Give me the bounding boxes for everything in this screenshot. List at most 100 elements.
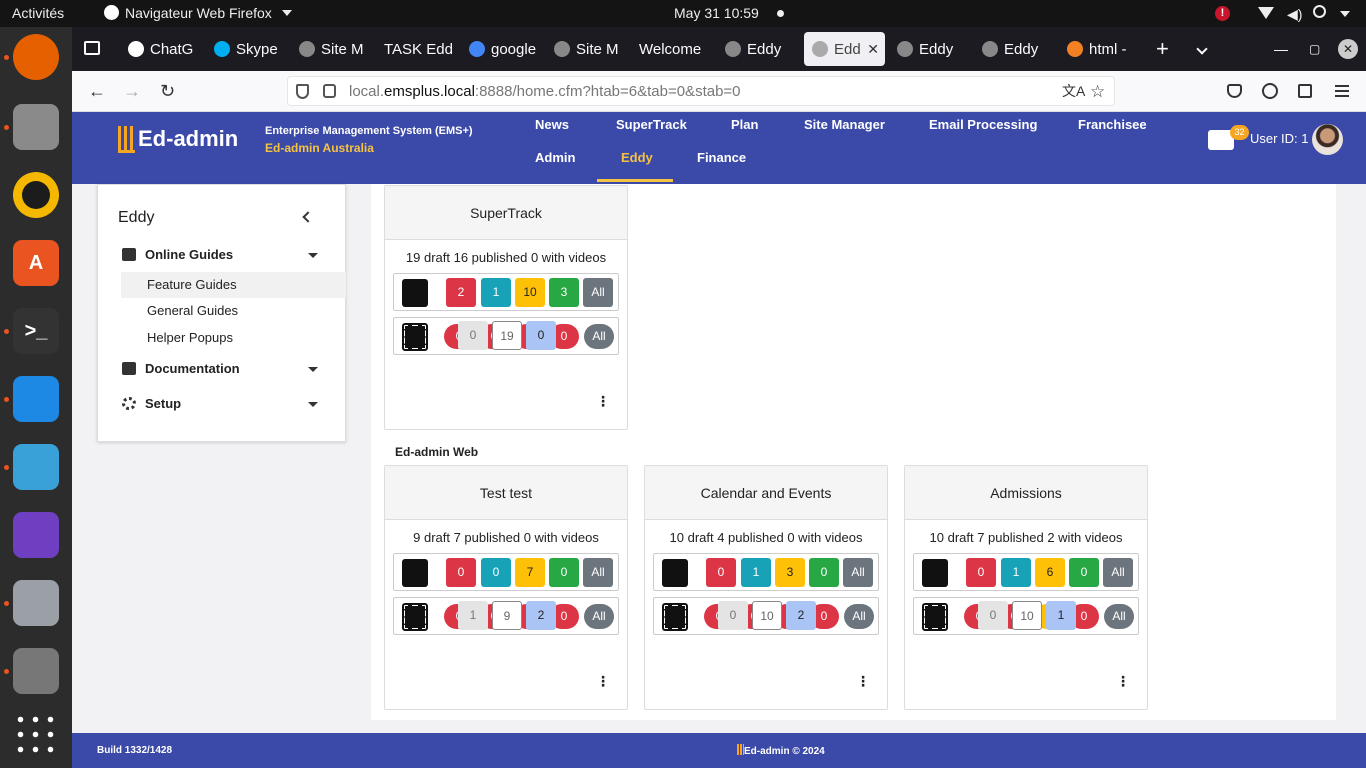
summary-count-badge[interactable]: 0: [526, 321, 556, 350]
document-count-button[interactable]: 1: [481, 278, 511, 307]
summary-count-badge[interactable]: 1: [458, 601, 488, 630]
document-count-button[interactable]: 0: [706, 558, 736, 587]
card-title[interactable]: Calendar and Events: [645, 466, 887, 520]
all-videos-button[interactable]: All: [584, 604, 614, 629]
document-count-button[interactable]: 1: [1001, 558, 1031, 587]
firefox-icon[interactable]: [13, 34, 59, 80]
cloud-monitor-icon[interactable]: [13, 444, 59, 490]
document-count-button[interactable]: 2: [446, 278, 476, 307]
menu-item[interactable]: Email Processing: [929, 118, 1037, 131]
summary-count-badge[interactable]: 19: [492, 321, 522, 350]
rhythmbox-icon[interactable]: [13, 172, 59, 218]
tab-overview-icon[interactable]: [84, 41, 100, 55]
user-avatar[interactable]: [1312, 124, 1343, 155]
app-grid-icon[interactable]: [13, 712, 58, 757]
browser-tab[interactable]: Site M: [291, 32, 371, 66]
new-tab-plus-icon[interactable]: +: [1156, 27, 1169, 71]
ed-admin-logo[interactable]: Ed-admin: [118, 124, 238, 154]
url-bar[interactable]: local.emsplus.local:8888/home.cfm?htab=6…: [287, 76, 1115, 106]
summary-count-badge[interactable]: 0: [718, 601, 748, 630]
browser-tab[interactable]: ChatG: [120, 32, 200, 66]
settings-icon[interactable]: [13, 648, 59, 694]
system-menu-chevron-icon[interactable]: [1340, 11, 1350, 17]
browser-tab[interactable]: google: [461, 32, 541, 66]
document-count-button[interactable]: 10: [515, 278, 545, 307]
account-icon[interactable]: [1262, 83, 1278, 99]
close-tab-icon[interactable]: ✕: [867, 32, 879, 66]
forward-arrow-icon[interactable]: →: [123, 71, 141, 112]
menu-item[interactable]: Plan: [731, 118, 758, 131]
all-documents-button[interactable]: All: [583, 278, 613, 307]
tab-list-chevron-icon[interactable]: [1196, 43, 1208, 55]
translate-icon[interactable]: 文A: [1062, 77, 1085, 106]
document-count-button[interactable]: 1: [741, 558, 771, 587]
all-videos-button[interactable]: All: [1104, 604, 1134, 629]
browser-tab[interactable]: Eddy: [717, 32, 797, 66]
document-count-button[interactable]: 0: [481, 558, 511, 587]
back-arrow-icon[interactable]: ←: [88, 71, 106, 112]
document-count-button[interactable]: 0: [966, 558, 996, 587]
menu-item[interactable]: News: [535, 118, 569, 131]
collapse-sidebar-chevron-icon[interactable]: [302, 211, 314, 223]
vscode-icon[interactable]: [13, 376, 59, 422]
extensions-icon[interactable]: [1298, 84, 1312, 98]
more-options-kebab-icon[interactable]: ⋮: [1116, 674, 1130, 688]
document-count-button[interactable]: 0: [549, 558, 579, 587]
volume-icon[interactable]: ◀): [1287, 6, 1302, 23]
summary-count-badge[interactable]: 1: [1046, 601, 1076, 630]
more-options-kebab-icon[interactable]: ⋮: [596, 674, 610, 688]
bookmark-star-icon[interactable]: ☆: [1090, 77, 1105, 106]
menu-item[interactable]: Site Manager: [804, 118, 885, 131]
power-icon[interactable]: [1313, 5, 1326, 18]
browser-tab[interactable]: Welcome: [631, 32, 711, 66]
all-videos-button[interactable]: All: [584, 324, 614, 349]
activities-button[interactable]: Activités: [12, 0, 64, 27]
all-documents-button[interactable]: All: [1103, 558, 1133, 587]
all-documents-button[interactable]: All: [843, 558, 873, 587]
user-id-label[interactable]: User ID: 1: [1250, 131, 1309, 147]
document-count-button[interactable]: 6: [1035, 558, 1065, 587]
minimize-window-icon[interactable]: —: [1274, 27, 1288, 71]
browser-tab[interactable]: Edd ✕: [804, 32, 885, 66]
document-count-button[interactable]: 7: [515, 558, 545, 587]
wifi-icon[interactable]: [1258, 7, 1274, 19]
document-count-button[interactable]: 0: [446, 558, 476, 587]
card-title[interactable]: Test test: [385, 466, 627, 520]
terminal-icon[interactable]: >_: [13, 308, 59, 354]
caret-down-icon[interactable]: [308, 253, 318, 258]
clock[interactable]: May 31 10:59: [674, 0, 759, 27]
document-count-button[interactable]: 0: [1069, 558, 1099, 587]
reload-icon[interactable]: ↻: [160, 71, 175, 112]
browser-tab[interactable]: Site M: [546, 32, 626, 66]
summary-count-badge[interactable]: 2: [786, 601, 816, 630]
document-count-button[interactable]: 0: [809, 558, 839, 587]
github-icon[interactable]: [13, 512, 59, 558]
browser-tab[interactable]: Eddy: [974, 32, 1054, 66]
menu-item[interactable]: Franchisee: [1078, 118, 1147, 131]
more-options-kebab-icon[interactable]: ⋮: [856, 674, 870, 688]
document-count-button[interactable]: 3: [549, 278, 579, 307]
summary-count-badge[interactable]: 0: [458, 321, 488, 350]
sidebar-item-feature-guides[interactable]: Feature Guides: [121, 272, 346, 298]
pocket-icon[interactable]: [1227, 84, 1242, 98]
browser-tab[interactable]: Eddy: [889, 32, 969, 66]
card-title[interactable]: SuperTrack: [385, 186, 627, 240]
browser-tab[interactable]: Skype: [206, 32, 286, 66]
browser-tab[interactable]: TASK Edd: [376, 32, 456, 66]
hamburger-menu-icon[interactable]: [1335, 85, 1349, 97]
menu-item-active[interactable]: Eddy: [621, 150, 653, 166]
sidebar-section-documentation[interactable]: Documentation: [122, 361, 240, 376]
menu-item[interactable]: Finance: [697, 150, 746, 166]
shield-icon[interactable]: [296, 84, 309, 99]
summary-count-badge[interactable]: 0: [978, 601, 1008, 630]
summary-count-badge[interactable]: 9: [492, 601, 522, 630]
maximize-window-icon[interactable]: ▢: [1309, 27, 1320, 71]
summary-count-badge[interactable]: 2: [526, 601, 556, 630]
sidebar-section-online-guides[interactable]: Online Guides: [122, 247, 233, 262]
more-options-kebab-icon[interactable]: ⋮: [596, 394, 610, 408]
all-videos-button[interactable]: All: [844, 604, 874, 629]
messages-count-badge[interactable]: 32: [1230, 125, 1249, 140]
files-icon[interactable]: [13, 104, 59, 150]
summary-count-badge[interactable]: 10: [1012, 601, 1042, 630]
all-documents-button[interactable]: All: [583, 558, 613, 587]
